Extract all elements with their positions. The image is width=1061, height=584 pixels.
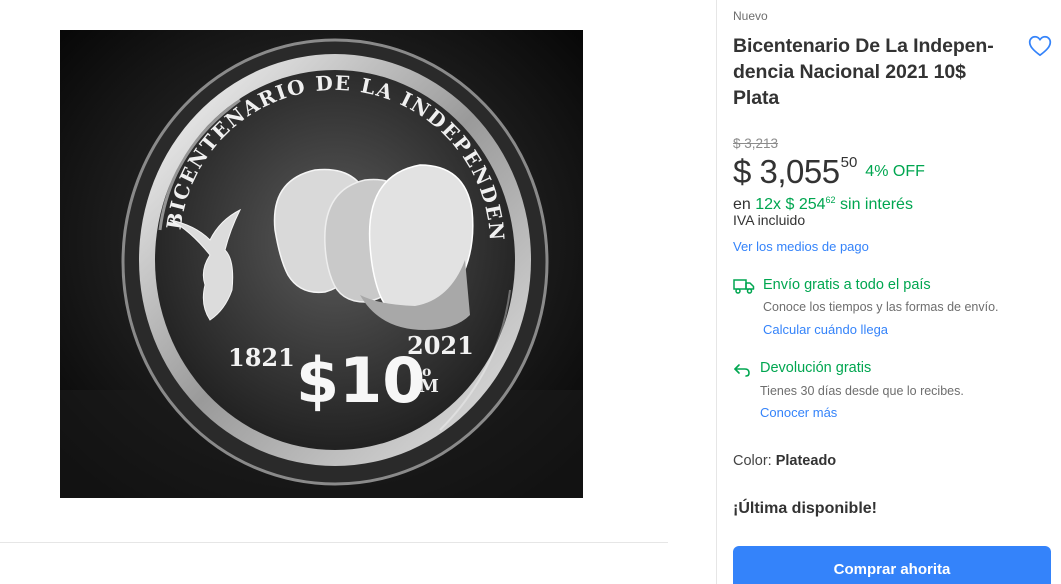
color-variant: Color: Plateado: [733, 453, 836, 469]
discount-badge: 4% OFF: [865, 163, 925, 180]
installments-amount: $ 254: [785, 196, 826, 213]
shipping-title: Envío gratis a todo el país: [763, 277, 931, 293]
product-title-line-1: Bicentenario De La Indepen-: [733, 35, 994, 57]
product-gallery: BICENTENARIO DE LA INDEPENDENCIA NACIONA…: [0, 0, 668, 584]
installments-suffix: sin interés: [840, 196, 913, 213]
coin-denomination: $10: [296, 344, 425, 417]
current-price: $ 3,05550 4% OFF: [733, 153, 925, 193]
coin-mint-mark-bottom: M: [419, 376, 439, 397]
shipping-estimate-link[interactable]: Calcular cuándo llega: [763, 322, 888, 337]
buy-now-button[interactable]: Comprar ahorita: [733, 546, 1051, 584]
color-value: Plateado: [775, 453, 837, 469]
product-condition: Nuevo: [733, 9, 768, 23]
truck-icon: [733, 277, 755, 295]
payment-methods-link[interactable]: Ver los medios de pago: [733, 239, 869, 254]
stock-status: ¡Última disponible!: [733, 500, 877, 517]
shipping-subtitle: Conoce los tiempos y las formas de envío…: [763, 300, 999, 314]
original-price: $ 3,213: [733, 136, 779, 151]
coin-photo: BICENTENARIO DE LA INDEPENDENCIA NACIONA…: [60, 30, 583, 498]
installments-cents: 62: [825, 195, 836, 205]
price-amount: $ 3,055: [733, 153, 840, 190]
favorite-button[interactable]: [1027, 33, 1053, 59]
product-info-panel: Nuevo Bicentenario De La Indepen- dencia…: [733, 0, 1053, 584]
return-arrow-icon: [733, 362, 751, 378]
installments-count: 12x: [755, 196, 782, 213]
product-title-line-3: Plata: [733, 87, 780, 109]
returns-more-link[interactable]: Conocer más: [760, 405, 837, 420]
column-divider: [716, 0, 717, 584]
product-page: BICENTENARIO DE LA INDEPENDENCIA NACIONA…: [0, 0, 1061, 584]
price-cents: 50: [840, 154, 858, 171]
product-main-image[interactable]: BICENTENARIO DE LA INDEPENDENCIA NACIONA…: [60, 30, 583, 498]
buy-now-label: Comprar ahorita: [833, 561, 951, 578]
coin-year-left: 1821: [228, 343, 295, 372]
product-title: Bicentenario De La Indepen- dencia Nacio…: [733, 33, 1021, 111]
returns-subtitle: Tienes 30 días desde que lo recibes.: [760, 384, 964, 398]
gallery-divider: [0, 542, 668, 543]
color-label: Color:: [733, 453, 772, 469]
product-title-line-2: dencia Nacional 2021 10$: [733, 61, 966, 83]
tax-note: IVA incluido: [733, 212, 806, 228]
returns-title: Devolución gratis: [760, 360, 872, 376]
installments-prefix: en: [733, 196, 751, 213]
heart-icon: [1028, 35, 1052, 57]
